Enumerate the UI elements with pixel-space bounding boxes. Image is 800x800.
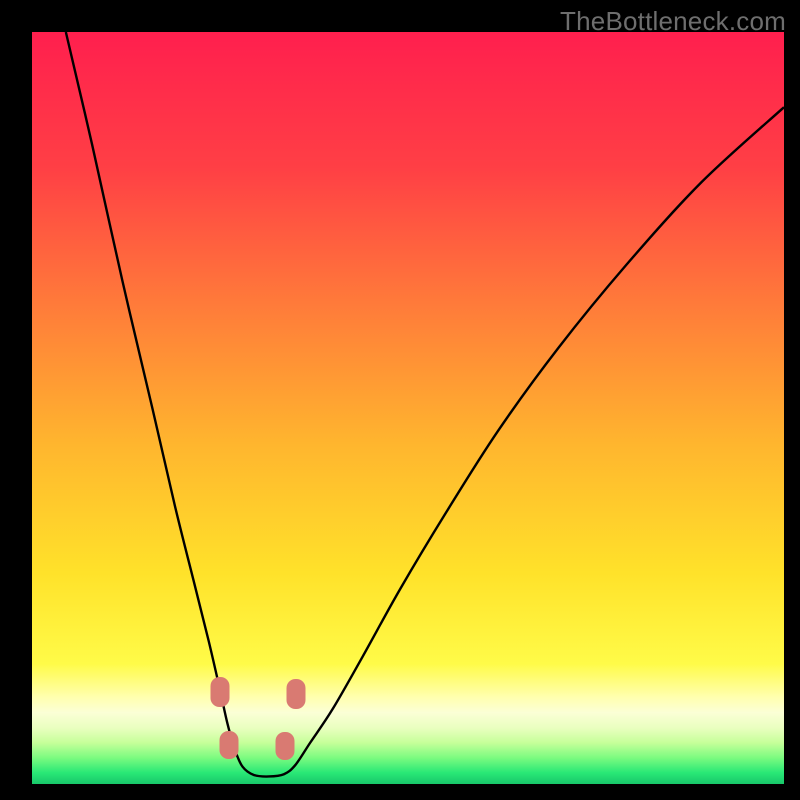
curve-marker <box>220 731 239 759</box>
curve-marker <box>275 732 294 760</box>
curve-layer <box>32 32 784 784</box>
watermark-text: TheBottleneck.com <box>560 6 786 37</box>
curve-marker <box>286 679 305 709</box>
bottleneck-curve <box>66 32 784 777</box>
plot-area <box>32 32 784 784</box>
chart-frame: TheBottleneck.com <box>0 0 800 800</box>
curve-marker <box>211 677 230 707</box>
